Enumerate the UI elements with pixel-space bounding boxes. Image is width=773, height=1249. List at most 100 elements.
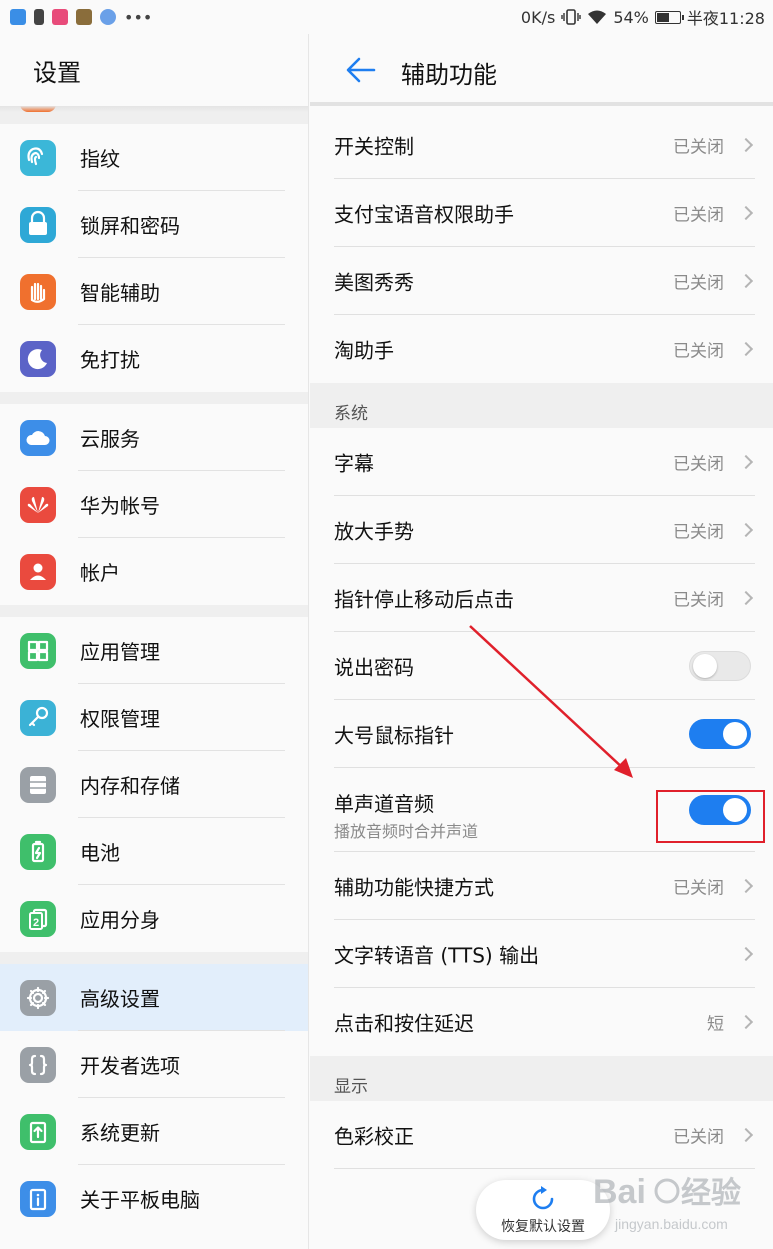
moon-icon <box>20 340 56 377</box>
chevron-right-icon <box>738 205 754 221</box>
setting-title: 淘助手 <box>334 338 394 363</box>
chevron-right-icon <box>738 522 754 538</box>
setting-status: 已关闭 <box>673 205 724 226</box>
setting-row[interactable]: 支付宝语音权限助手 已关闭 <box>310 179 773 247</box>
toggle-knob <box>723 722 747 746</box>
sidebar-item-update[interactable]: 系统更新 <box>0 1098 308 1165</box>
setting-status: 已关闭 <box>673 137 724 158</box>
restore-icon <box>532 1186 554 1210</box>
setting-row[interactable]: 文字转语音 (TTS) 输出 <box>310 920 773 988</box>
setting-title: 美图秀秀 <box>334 270 414 295</box>
setting-row[interactable]: 放大手势 已关闭 <box>310 496 773 564</box>
sidebar-item-cloud[interactable]: 云服务 <box>0 404 308 471</box>
lock-icon <box>20 206 56 243</box>
sidebar-header-divider <box>0 106 308 112</box>
twin-app-icon: 2 <box>20 900 56 937</box>
status-right: 0K/s 54% 半夜11:28 <box>521 0 765 34</box>
sidebar-item-twin-app[interactable]: 2 应用分身 <box>0 885 308 952</box>
alert-icon <box>34 9 44 25</box>
sidebar-item-label: 电池 <box>80 841 120 865</box>
section-label: 系统 <box>334 404 368 424</box>
setting-row[interactable]: 美图秀秀 已关闭 <box>310 247 773 315</box>
setting-status: 已关闭 <box>673 590 724 611</box>
storage-icon <box>20 766 56 803</box>
chevron-right-icon <box>738 1127 754 1143</box>
group-gap <box>0 392 308 404</box>
account-icon <box>20 553 56 590</box>
sidebar-item-moon[interactable]: 免打扰 <box>0 325 308 392</box>
network-speed: 0K/s <box>520 7 556 27</box>
huawei-icon <box>20 486 56 523</box>
chevron-right-icon <box>738 590 754 606</box>
sidebar-item-apps[interactable]: 应用管理 <box>0 617 308 684</box>
setting-row-toggle[interactable]: 大号鼠标指针 <box>310 700 773 768</box>
setting-row[interactable]: 点击和按住延迟 短 <box>310 988 773 1056</box>
setting-title: 色彩校正 <box>334 1124 414 1149</box>
app-notification-icon-3 <box>100 9 116 25</box>
sidebar-item-label: 系统更新 <box>80 1121 160 1145</box>
setting-row[interactable]: 色彩校正 已关闭 <box>310 1101 773 1169</box>
hand-icon <box>20 273 56 310</box>
sidebar-item-lock[interactable]: 锁屏和密码 <box>0 191 308 258</box>
accessibility-panel: 辅助功能 开关控制 已关闭 支付宝语音权限助手 已关闭 美图秀秀 已关闭 淘助手 已关闭 系统字… <box>310 34 773 1249</box>
more-notifications-icon: ••• <box>124 7 153 27</box>
settings-category-list: 指纹 锁屏和密码智能辅助免打扰云服务华为帐号帐户应用管理权限管理内存和存储电池 2 应… <box>0 94 308 1232</box>
setting-title: 支付宝语音权限助手 <box>334 202 514 227</box>
sidebar-item-fingerprint[interactable]: 指纹 <box>0 124 308 191</box>
setting-row-toggle[interactable]: 说出密码 <box>310 632 773 700</box>
sidebar-item-label: 云服务 <box>80 427 140 451</box>
sidebar-item-info[interactable]: 关于平板电脑 <box>0 1165 308 1232</box>
sidebar-item-braces[interactable]: 开发者选项 <box>0 1031 308 1098</box>
group-gap <box>0 952 308 964</box>
setting-title: 字幕 <box>334 451 374 476</box>
apps-icon <box>20 632 56 669</box>
setting-title: 单声道音频 <box>334 792 434 816</box>
sidebar-title: 设置 <box>33 58 81 87</box>
toggle-switch[interactable] <box>689 719 751 749</box>
sidebar-item-storage[interactable]: 内存和存储 <box>0 751 308 818</box>
settings-sidebar: 指纹 锁屏和密码智能辅助免打扰云服务华为帐号帐户应用管理权限管理内存和存储电池 2 应… <box>0 34 309 1249</box>
chevron-right-icon <box>738 1014 754 1030</box>
setting-row[interactable]: 指针停止移动后点击 已关闭 <box>310 564 773 632</box>
setting-row[interactable]: 字幕 已关闭 <box>310 428 773 496</box>
info-icon <box>20 1180 56 1217</box>
chevron-right-icon <box>738 273 754 289</box>
cloud-icon <box>20 419 56 456</box>
status-bar: ••• 0K/s 54% 半夜11:28 <box>0 0 773 34</box>
sidebar-item-label: 应用分身 <box>80 908 160 932</box>
setting-status: 已关闭 <box>673 341 724 362</box>
sidebar-item-label: 帐户 <box>80 561 120 585</box>
app-notification-icon-2 <box>76 9 92 25</box>
sidebar-item-label: 智能辅助 <box>80 281 160 305</box>
setting-row[interactable]: 开关控制 已关闭 <box>310 111 773 179</box>
sidebar-item-gear[interactable]: 高级设置 <box>0 964 308 1031</box>
notification-icons: ••• <box>0 8 152 27</box>
setting-status: 已关闭 <box>673 1127 724 1148</box>
sidebar-item-label: 华为帐号 <box>80 494 160 518</box>
setting-title: 开关控制 <box>334 134 414 159</box>
sidebar-item-key[interactable]: 权限管理 <box>0 684 308 751</box>
setting-title: 放大手势 <box>334 519 414 544</box>
annotation-highlight-box <box>656 790 765 843</box>
fingerprint-icon <box>20 139 56 176</box>
sidebar-item-label: 免打扰 <box>80 348 140 372</box>
sidebar-item-label: 权限管理 <box>80 707 160 731</box>
sidebar-item-label: 高级设置 <box>80 987 160 1011</box>
panel-header: 辅助功能 <box>310 34 773 106</box>
svg-text:jingyan.baidu.com: jingyan.baidu.com <box>614 1216 728 1232</box>
sidebar-item-account[interactable]: 帐户 <box>0 538 308 605</box>
back-arrow-icon[interactable] <box>346 56 376 84</box>
key-icon <box>20 699 56 736</box>
braces-icon <box>20 1046 56 1083</box>
group-gap <box>0 605 308 617</box>
chevron-right-icon <box>738 946 754 962</box>
setting-row[interactable]: 淘助手 已关闭 <box>310 315 773 383</box>
section-label: 显示 <box>334 1077 368 1097</box>
sidebar-item-hand[interactable]: 智能辅助 <box>0 258 308 325</box>
sidebar-item-huawei[interactable]: 华为帐号 <box>0 471 308 538</box>
wifi-icon <box>588 10 607 24</box>
setting-row[interactable]: 辅助功能快捷方式 已关闭 <box>310 852 773 920</box>
toggle-switch[interactable] <box>689 651 751 681</box>
battery-icon <box>654 10 684 24</box>
sidebar-item-battery[interactable]: 电池 <box>0 818 308 885</box>
